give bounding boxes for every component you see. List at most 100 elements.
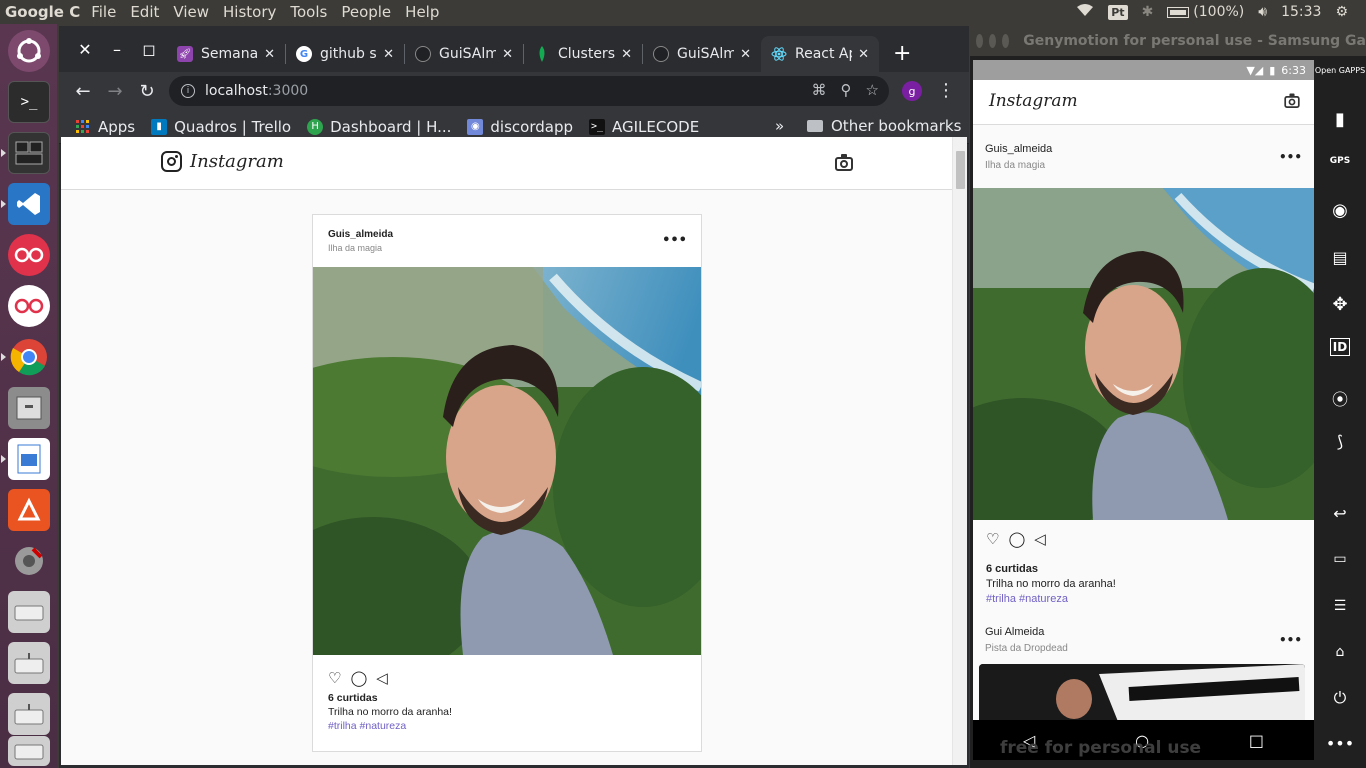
tab-close-icon[interactable]: ✕ [858, 47, 869, 62]
send-icon[interactable]: ◁ [376, 669, 388, 687]
menu-tools[interactable]: Tools [283, 3, 334, 21]
more-icon[interactable]: ••• [1314, 734, 1366, 753]
more-options-icon[interactable]: ••• [1279, 150, 1302, 164]
clock[interactable]: 15:33 [1281, 4, 1321, 20]
maximize-icon[interactable]: ◻ [133, 40, 165, 59]
m-post-hashtags[interactable]: #trilha #natureza [986, 593, 1068, 605]
translate-icon[interactable]: ⌘ [812, 81, 827, 99]
drive-icon[interactable] [8, 591, 50, 633]
keyboard-layout-badge[interactable]: Pt [1108, 4, 1128, 20]
menu-people[interactable]: People [334, 3, 398, 21]
chrome-icon[interactable] [8, 336, 50, 378]
tab-close-icon[interactable]: ✕ [621, 47, 632, 62]
m-ig-wordmark[interactable]: Instagram [989, 91, 1078, 111]
bookmark-trello[interactable]: ▮ Quadros | Trello [151, 118, 291, 136]
tab-active[interactable]: React Ap ✕ [761, 36, 879, 72]
bookmark-apps[interactable]: Apps [75, 118, 135, 136]
gps-icon[interactable]: GPS [1314, 156, 1366, 166]
send-icon[interactable]: ◁ [1034, 530, 1046, 548]
power-icon[interactable]: ⚙︎ [1335, 4, 1348, 20]
tab-close-icon[interactable]: ✕ [264, 47, 275, 62]
tab-close-icon[interactable]: ✕ [502, 47, 513, 62]
menu-edit[interactable]: Edit [123, 3, 166, 21]
tab[interactable]: Clusters ✕ [524, 36, 642, 72]
back-icon[interactable]: ← [67, 81, 99, 102]
back-icon[interactable]: ↩ [1314, 504, 1366, 523]
image-viewer-icon[interactable] [8, 438, 50, 480]
device-id-icon[interactable]: ID [1314, 338, 1366, 356]
menu-view[interactable]: View [166, 3, 216, 21]
system-settings-icon[interactable] [8, 540, 50, 582]
minimize-icon[interactable]: – [101, 40, 133, 59]
address-bar[interactable]: i localhost :3000 ⌘ ⚲ ☆ [169, 76, 889, 106]
ubuntu-dash-icon[interactable] [8, 30, 50, 72]
scrollbar-thumb[interactable] [956, 151, 965, 189]
maximize-icon[interactable] [1002, 34, 1010, 48]
other-bookmarks[interactable]: Other bookmarks [807, 117, 961, 135]
bookmark-agilecode[interactable]: >_ AGILECODE [589, 118, 699, 136]
move-icon[interactable]: ✥ [1314, 294, 1366, 315]
battery-widget-icon[interactable]: ▮ [1314, 109, 1366, 130]
menu-help[interactable]: Help [398, 3, 446, 21]
camera-icon[interactable] [1284, 93, 1300, 108]
software-center-icon[interactable] [8, 489, 50, 531]
camera-icon[interactable] [835, 154, 853, 171]
ig-logo[interactable]: Instagram [161, 151, 284, 172]
forward-icon[interactable]: → [99, 81, 131, 102]
heart-icon[interactable]: ♡ [986, 530, 999, 548]
usb-drive-icon[interactable] [8, 693, 50, 735]
comment-icon[interactable]: ◯ [1008, 530, 1025, 548]
recents-icon[interactable]: □ [1249, 731, 1264, 750]
bluetooth-icon[interactable]: ✱ [1142, 4, 1154, 20]
archive-icon[interactable] [8, 387, 50, 429]
tab[interactable]: GuiSAlm ✕ [643, 36, 761, 72]
clapper-icon[interactable]: ▤ [1314, 248, 1366, 267]
battery-indicator[interactable]: (100%) [1167, 4, 1244, 20]
profile-avatar[interactable]: g [902, 81, 922, 101]
star-icon[interactable]: ☆ [866, 81, 879, 99]
network-icon[interactable]: ⟆ [1314, 432, 1366, 451]
bookmark-heroku[interactable]: H Dashboard | H... [307, 118, 451, 136]
close-icon[interactable] [976, 34, 984, 48]
flickr-alt-icon[interactable] [8, 285, 50, 327]
usb-drive-icon[interactable] [8, 736, 50, 766]
volume-icon[interactable]: 🔊︎ [1258, 4, 1267, 20]
vscode-icon[interactable] [8, 183, 50, 225]
tab[interactable]: 🚀︎ Semana ✕ [167, 36, 285, 72]
wifi-icon[interactable] [1076, 3, 1094, 21]
terminal-icon[interactable]: >_ [8, 81, 50, 123]
usb-drive-icon[interactable] [8, 642, 50, 684]
menu-history[interactable]: History [216, 3, 283, 21]
webcam-icon[interactable]: ◉ [1314, 200, 1366, 221]
post-hashtags[interactable]: #trilha #natureza [328, 720, 701, 732]
comment-icon[interactable]: ◯ [350, 669, 367, 687]
heart-icon[interactable]: ♡ [328, 669, 341, 687]
tab-close-icon[interactable]: ✕ [383, 47, 394, 62]
reload-icon[interactable]: ↻ [131, 81, 163, 102]
more-options-icon[interactable]: ••• [1279, 633, 1302, 647]
genymotion-watermark: free for personal use [1000, 738, 1202, 758]
minimize-icon[interactable] [989, 34, 997, 48]
bookmark-discord[interactable]: ◉ discordapp [467, 118, 573, 136]
disk-io-icon[interactable]: ⦿ [1314, 386, 1366, 410]
menu-kebab-icon[interactable]: ⋮ [937, 80, 955, 101]
scrollbar[interactable] [952, 137, 967, 765]
zoom-icon[interactable]: ⚲ [841, 81, 852, 99]
tab[interactable]: GuiSAlm ✕ [405, 36, 523, 72]
power-icon[interactable]: ⏻ [1314, 688, 1366, 708]
menu-file[interactable]: File [84, 3, 123, 21]
tab[interactable]: G github s ✕ [286, 36, 404, 72]
new-tab-icon[interactable]: + [893, 41, 911, 66]
terminator-icon[interactable] [8, 132, 50, 174]
flickr-icon[interactable] [8, 234, 50, 276]
menu-icon[interactable]: ☰ [1314, 598, 1366, 614]
home-icon[interactable]: ⌂ [1314, 644, 1366, 660]
more-bookmarks-icon[interactable]: » [775, 117, 784, 135]
more-options-icon[interactable]: ••• [662, 233, 687, 248]
tab-close-icon[interactable]: ✕ [740, 47, 751, 62]
close-icon[interactable]: ✕ [69, 40, 101, 59]
top-panel: Google C File Edit View History Tools Pe… [0, 0, 1366, 24]
recent-apps-icon[interactable]: ▭ [1314, 551, 1366, 567]
open-gapps-icon[interactable]: Open GAPPS [1314, 66, 1366, 75]
info-icon[interactable]: i [181, 84, 195, 98]
